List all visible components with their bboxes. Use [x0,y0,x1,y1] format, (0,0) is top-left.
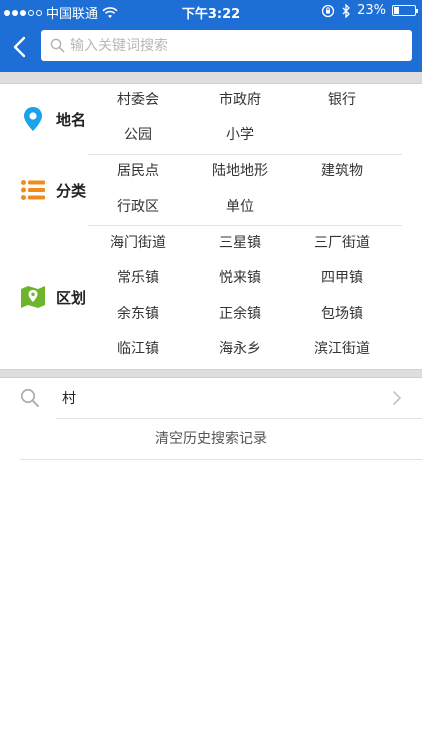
list-icon [20,177,46,203]
search-input[interactable] [70,30,412,61]
battery-level [394,7,400,14]
history-item-text: 村 [62,391,76,407]
search-box[interactable] [41,30,412,61]
category-item[interactable]: 居民点 [88,161,188,181]
battery-percent: 23% [357,3,386,18]
map-pin-icon [20,106,46,132]
navigation-bar [0,22,422,72]
category-item[interactable]: 常乐镇 [88,268,188,288]
category-item[interactable]: 三星镇 [190,233,290,253]
chevron-right-icon [393,391,401,405]
category-item[interactable]: 滨江街道 [292,339,392,359]
search-icon [50,38,65,53]
category-item[interactable]: 海门街道 [88,233,188,253]
category-item[interactable]: 正余镇 [190,304,290,324]
clear-history-button[interactable]: 清空历史搜索记录 [0,420,422,458]
category-section-place-name: 地名 村委会 市政府 银行 公园 小学 [0,84,422,155]
category-item[interactable]: 陆地地形 [190,161,290,181]
battery-icon [392,5,418,16]
lock-rotation-icon [321,4,335,17]
section-divider [0,369,422,378]
category-item[interactable]: 村委会 [88,90,188,110]
category-item[interactable]: 余东镇 [88,304,188,324]
category-item[interactable]: 悦来镇 [190,268,290,288]
category-item[interactable]: 市政府 [190,90,290,110]
category-title: 区划 [56,288,87,307]
category-title: 分类 [56,181,87,200]
status-right: 23% [321,3,418,18]
category-item[interactable]: 单位 [190,197,290,217]
category-item[interactable]: 临江镇 [88,339,188,359]
category-panel: 地名 村委会 市政府 银行 公园 小学 分类 居民点 陆地地形 建筑物 行政区 … [0,84,422,369]
divider [56,418,422,419]
divider [20,459,422,460]
category-item[interactable]: 公园 [88,125,188,145]
category-item[interactable]: 三厂街道 [292,233,392,253]
category-item[interactable]: 包场镇 [292,304,392,324]
back-button[interactable] [8,34,34,60]
category-title: 地名 [56,110,87,129]
bluetooth-icon [342,3,351,18]
status-bar: 中国联通 下午3:22 23% [0,0,422,22]
category-item[interactable]: 海永乡 [190,339,290,359]
category-item[interactable]: 小学 [190,125,290,145]
section-divider [0,72,422,84]
map-region-icon [20,284,46,310]
category-item[interactable]: 行政区 [88,197,188,217]
chevron-left-icon [13,36,26,58]
category-section-district: 区划 海门街道 三星镇 三厂街道 常乐镇 悦来镇 四甲镇 余东镇 正余镇 包场镇… [0,226,422,369]
history-item[interactable]: 村 [0,378,422,418]
category-section-classification: 分类 居民点 陆地地形 建筑物 行政区 单位 [0,155,422,226]
category-item[interactable]: 银行 [292,90,392,110]
category-item[interactable]: 建筑物 [292,161,392,181]
search-icon [20,388,39,407]
category-item[interactable]: 四甲镇 [292,268,392,288]
